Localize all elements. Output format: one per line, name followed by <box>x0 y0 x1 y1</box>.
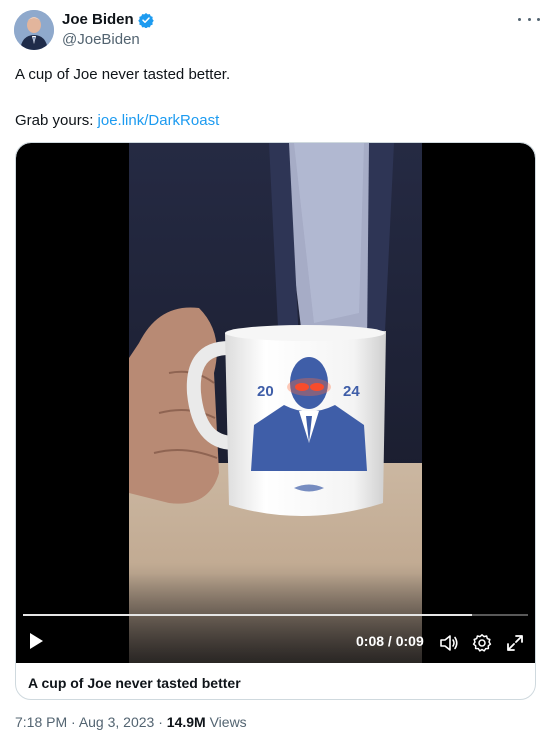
tweet-text-line2: Grab yours: joe.link/DarkRoast <box>15 112 219 129</box>
media-caption[interactable]: A cup of Joe never tasted better <box>28 675 241 691</box>
video-time: 0:08 / 0:09 <box>356 633 424 649</box>
verified-badge-icon <box>137 12 154 28</box>
video-frame[interactable]: 20 24 <box>129 143 422 663</box>
views-label: Views <box>205 714 247 730</box>
author-display-name[interactable]: Joe Biden <box>62 11 134 28</box>
avatar[interactable] <box>14 10 54 50</box>
video-current-time: 0:08 <box>356 633 385 649</box>
mug-year-left: 20 <box>257 383 274 400</box>
play-icon[interactable] <box>28 632 44 650</box>
volume-icon[interactable] <box>439 633 459 653</box>
video-duration: 0:09 <box>395 633 424 649</box>
mug-year-right: 24 <box>343 383 360 400</box>
tweet: Joe Biden @JoeBiden A cup of Joe never t… <box>0 0 551 738</box>
meta-dot-2: · <box>154 714 167 730</box>
more-options-icon[interactable] <box>518 12 540 26</box>
tweet-link-prefix: Grab yours: <box>15 112 98 129</box>
tweet-text-line1: A cup of Joe never tasted better. <box>15 66 231 83</box>
tweet-time[interactable]: 7:18 PM <box>15 714 67 730</box>
video-time-separator: / <box>384 633 396 649</box>
gear-icon[interactable] <box>472 633 492 653</box>
meta-dot-1: · <box>67 714 79 730</box>
expand-icon[interactable] <box>505 633 525 653</box>
tweet-link[interactable]: joe.link/DarkRoast <box>98 112 220 129</box>
tweet-date[interactable]: Aug 3, 2023 <box>79 714 155 730</box>
views-count: 14.9M <box>166 714 206 730</box>
author-name-row: Joe Biden <box>62 11 154 28</box>
author-handle[interactable]: @JoeBiden <box>62 31 140 48</box>
video-progress-bar[interactable] <box>23 614 528 616</box>
video-player[interactable]: 20 24 0:08 / 0:09 <box>16 143 535 663</box>
video-progress-fill <box>23 614 473 616</box>
media-card[interactable]: 20 24 0:08 / 0:09 A cup of Joe never tas… <box>15 142 536 700</box>
tweet-meta: 7:18 PM · Aug 3, 2023 · 14.9M Views <box>15 714 247 730</box>
